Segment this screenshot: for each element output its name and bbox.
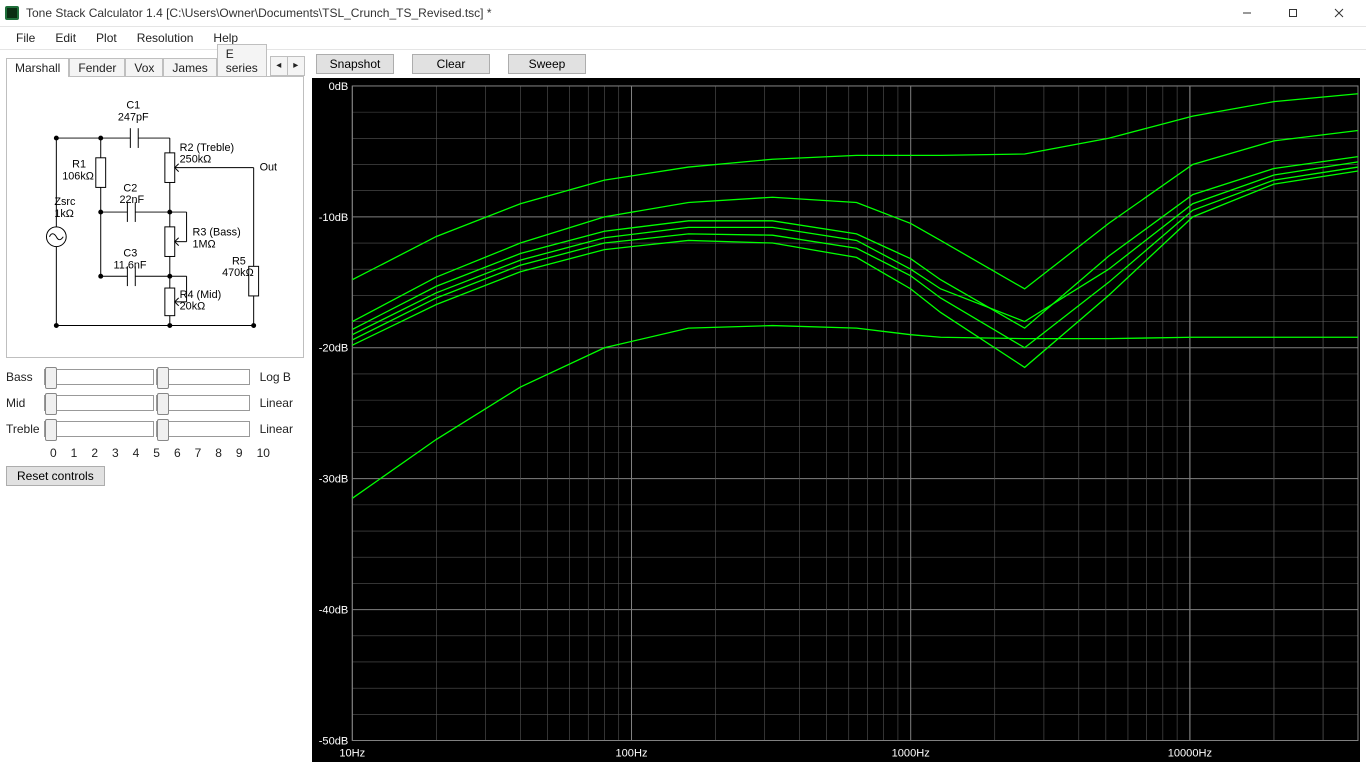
sweep-button[interactable]: Sweep — [508, 54, 586, 74]
frequency-response-plot: 0dB -10dB -20dB -30dB -40dB -50dB10Hz 100Hz 100… — [312, 78, 1360, 762]
right-pane: Snapshot Clear Sweep 0dB -10dB -20dB -30dB -… — [310, 50, 1366, 768]
treble-slider-fine[interactable] — [156, 421, 250, 437]
clear-button[interactable]: Clear — [412, 54, 490, 74]
label-r3: R3 (Bass) — [192, 226, 240, 238]
svg-text:-20dB: -20dB — [319, 342, 349, 354]
menu-plot[interactable]: Plot — [86, 29, 127, 47]
control-row-bass: Bass Log B — [6, 366, 304, 388]
label-out: Out — [260, 161, 277, 173]
treble-taper: Linear — [260, 422, 304, 436]
tab-eseries[interactable]: E series — [217, 44, 267, 77]
tick: 9 — [236, 446, 243, 460]
model-tabs: Marshall Fender Vox James E series ◂ ▸ — [6, 54, 304, 76]
treble-slider[interactable] — [44, 421, 154, 437]
label-c3: C3 — [123, 247, 137, 259]
label-r5: R5 — [232, 255, 246, 267]
mid-slider[interactable] — [44, 395, 154, 411]
value-zsrc: 1kΩ — [54, 208, 74, 220]
svg-text:-50dB: -50dB — [319, 735, 349, 747]
value-r5: 470kΩ — [222, 267, 254, 279]
tick: 0 — [50, 446, 57, 460]
tick: 8 — [215, 446, 222, 460]
svg-text:0dB: 0dB — [329, 81, 349, 93]
reset-controls-button[interactable]: Reset controls — [6, 466, 105, 486]
mid-taper: Linear — [260, 396, 304, 410]
control-label-bass: Bass — [6, 370, 44, 384]
svg-text:-10dB: -10dB — [319, 212, 349, 224]
tick: 1 — [71, 446, 78, 460]
control-row-mid: Mid Linear — [6, 392, 304, 414]
bass-slider-fine[interactable] — [156, 369, 250, 385]
label-zsrc: Zsrc — [54, 196, 76, 208]
svg-text:1000Hz: 1000Hz — [892, 747, 930, 759]
bass-taper: Log B — [260, 370, 304, 384]
tick: 7 — [195, 446, 202, 460]
value-c3: 11.6nF — [114, 259, 147, 271]
label-c2: C2 — [123, 182, 137, 194]
value-r1: 106kΩ — [62, 170, 94, 182]
schematic-diagram: C1 247pF R1 106kΩ Zsrc 1kΩ C2 22nF C3 11… — [6, 76, 304, 358]
value-c1: 247pF — [118, 111, 149, 123]
bass-slider[interactable] — [44, 369, 154, 385]
tick: 2 — [91, 446, 98, 460]
label-r1: R1 — [72, 158, 86, 170]
maximize-button[interactable] — [1270, 0, 1316, 26]
value-r2: 250kΩ — [180, 153, 212, 165]
label-c1: C1 — [126, 99, 140, 111]
minimize-button[interactable] — [1224, 0, 1270, 26]
label-r4: R4 (Mid) — [180, 289, 222, 301]
menu-resolution[interactable]: Resolution — [127, 29, 204, 47]
tick: 10 — [257, 446, 270, 460]
close-button[interactable] — [1316, 0, 1362, 26]
svg-text:-30dB: -30dB — [319, 473, 349, 485]
control-label-treble: Treble — [6, 422, 44, 436]
menu-bar: File Edit Plot Resolution Help — [0, 27, 1366, 50]
title-bar: Tone Stack Calculator 1.4 [C:\Users\Owne… — [0, 0, 1366, 27]
tick: 6 — [174, 446, 181, 460]
tick: 4 — [133, 446, 140, 460]
snapshot-button[interactable]: Snapshot — [316, 54, 394, 74]
tab-james[interactable]: James — [163, 58, 216, 77]
app-icon — [4, 5, 20, 21]
tab-marshall[interactable]: Marshall — [6, 58, 69, 77]
value-r4: 20kΩ — [180, 300, 206, 312]
menu-file[interactable]: File — [6, 29, 45, 47]
svg-text:-40dB: -40dB — [319, 604, 349, 616]
label-r2: R2 (Treble) — [180, 142, 234, 154]
tick: 3 — [112, 446, 119, 460]
tab-vox[interactable]: Vox — [125, 58, 163, 77]
mid-slider-fine[interactable] — [156, 395, 250, 411]
svg-text:10Hz: 10Hz — [339, 747, 365, 759]
value-r3: 1MΩ — [192, 238, 215, 250]
tab-scroll-right[interactable]: ▸ — [287, 56, 305, 76]
menu-edit[interactable]: Edit — [45, 29, 86, 47]
plot-toolbar: Snapshot Clear Sweep — [312, 54, 1360, 78]
tick: 5 — [153, 446, 160, 460]
window-title: Tone Stack Calculator 1.4 [C:\Users\Owne… — [26, 6, 492, 20]
control-row-treble: Treble Linear — [6, 418, 304, 440]
control-label-mid: Mid — [6, 396, 44, 410]
left-pane: Marshall Fender Vox James E series ◂ ▸ — [0, 50, 310, 768]
value-c2: 22nF — [119, 194, 144, 206]
tab-fender[interactable]: Fender — [69, 58, 125, 77]
slider-ticks: 0 1 2 3 4 5 6 7 8 9 10 — [50, 446, 270, 460]
tab-scroll-left[interactable]: ◂ — [270, 56, 288, 76]
svg-text:100Hz: 100Hz — [615, 747, 647, 759]
svg-text:10000Hz: 10000Hz — [1168, 747, 1212, 759]
tone-controls: Bass Log B Mid Linear Treble Linear — [6, 366, 304, 486]
